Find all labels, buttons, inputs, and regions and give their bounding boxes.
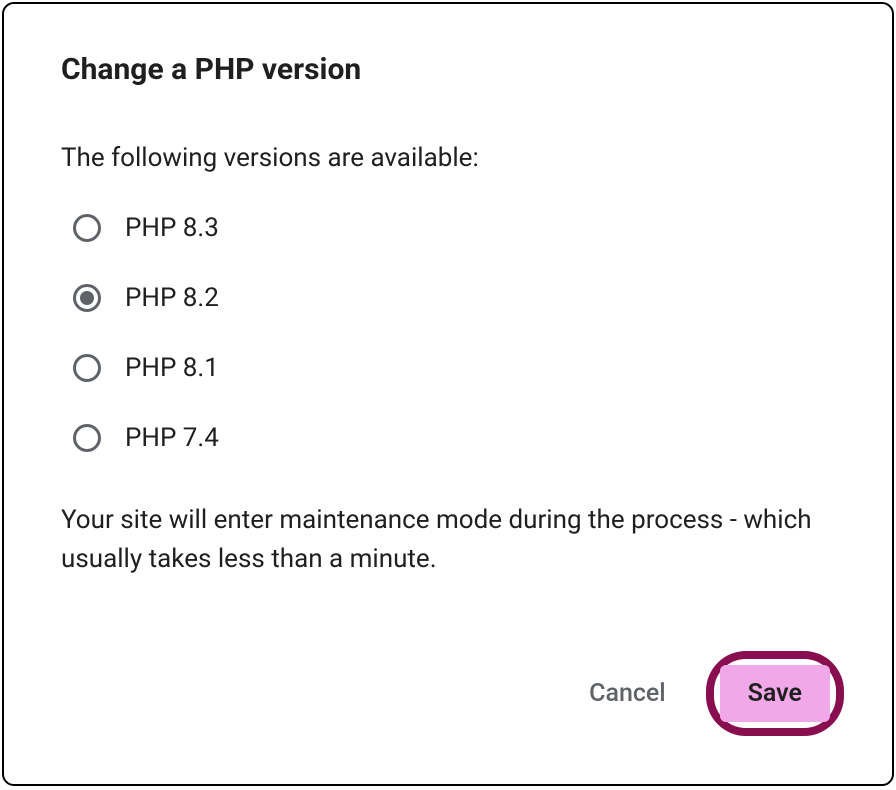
dialog-title: Change a PHP version (61, 52, 835, 87)
php-version-dialog: Change a PHP version The following versi… (2, 2, 894, 786)
radio-icon (73, 354, 101, 382)
radio-label: PHP 8.2 (125, 283, 219, 313)
php-version-radio-group: PHP 8.3 PHP 8.2 PHP 8.1 PHP 7.4 (73, 213, 835, 453)
save-button-highlight: Save (706, 651, 844, 736)
radio-label: PHP 7.4 (125, 423, 219, 453)
radio-option-php-8-1[interactable]: PHP 8.1 (73, 353, 835, 383)
maintenance-note: Your site will enter maintenance mode du… (61, 501, 835, 579)
radio-icon (73, 214, 101, 242)
cancel-button[interactable]: Cancel (573, 667, 682, 720)
radio-label: PHP 8.1 (125, 353, 219, 383)
save-button[interactable]: Save (720, 665, 830, 722)
radio-label: PHP 8.3 (125, 213, 219, 243)
radio-option-php-8-3[interactable]: PHP 8.3 (73, 213, 835, 243)
radio-icon (73, 284, 101, 312)
radio-icon (73, 424, 101, 452)
radio-option-php-7-4[interactable]: PHP 7.4 (73, 423, 835, 453)
dialog-description: The following versions are available: (61, 143, 835, 173)
radio-option-php-8-2[interactable]: PHP 8.2 (73, 283, 835, 313)
dialog-actions: Cancel Save (573, 651, 844, 736)
